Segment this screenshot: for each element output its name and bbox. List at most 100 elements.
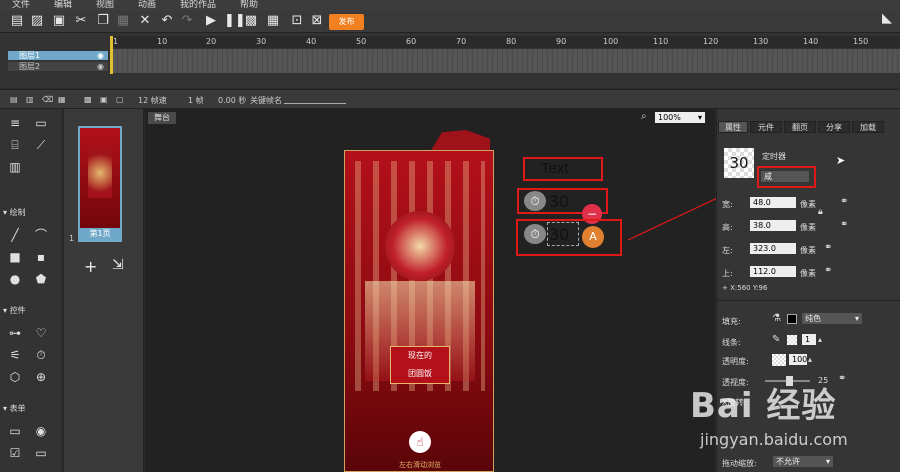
rect-tool-icon[interactable]: ■ — [8, 251, 22, 263]
chevron-down-icon: ▾ — [697, 113, 702, 122]
barcode-tool-icon[interactable]: ▥ — [8, 161, 22, 173]
text-tool-icon[interactable]: ≡ — [8, 117, 22, 129]
section-forms[interactable]: ▾ 表单 — [3, 403, 26, 414]
radio-form-icon[interactable]: ◉ — [34, 425, 48, 437]
insert-frame-icon[interactable]: ▩ — [84, 95, 92, 104]
link-icon[interactable]: ⚭ — [840, 219, 848, 230]
line-tool-icon[interactable]: ╱ — [8, 229, 22, 241]
like-control-icon[interactable]: ♡ — [34, 327, 48, 339]
name-input[interactable]: 咸 — [761, 171, 809, 182]
tab-properties[interactable]: 属性 — [718, 121, 748, 133]
select-form-icon[interactable]: ▭ — [34, 447, 48, 459]
opacity-stepper-icon[interactable]: ▴ — [808, 355, 812, 364]
link-icon[interactable]: ⚭ — [840, 196, 848, 207]
opacity-input[interactable]: 100 — [789, 354, 807, 365]
lock-ratio-icon[interactable]: 🔒︎ — [818, 207, 823, 217]
fill-color-swatch[interactable] — [787, 314, 797, 324]
circle-tool-icon[interactable]: ● — [8, 273, 22, 285]
globe-control-icon[interactable]: ⊕ — [34, 371, 48, 383]
menu-file[interactable]: 文件 — [12, 0, 30, 11]
rounded-rect-tool-icon[interactable]: ▪ — [34, 251, 48, 263]
layer-row-2[interactable]: 图层2 ◉ — [8, 62, 108, 71]
stroke-width-input[interactable]: 1 — [802, 334, 816, 345]
section-controls[interactable]: ▾ 控件 — [3, 305, 26, 316]
insert-keyframe-icon[interactable]: ▣ — [100, 95, 108, 104]
curve-tool-icon[interactable]: ⌒ — [34, 229, 48, 241]
menu-help[interactable]: 帮助 — [240, 0, 258, 11]
coords-display: + X:560 Y:96 — [722, 284, 768, 292]
width-input[interactable]: 48.0 — [750, 197, 796, 208]
undo-icon[interactable]: ↶ — [160, 14, 174, 28]
chart-tool-icon[interactable]: ⟋ — [34, 139, 48, 151]
link-icon[interactable]: ⚭ — [824, 265, 832, 276]
pause-icon[interactable]: ❚❚ — [224, 14, 246, 28]
cube-control-icon[interactable]: ⬡ — [8, 371, 22, 383]
collapse-icon[interactable]: ◣ — [880, 12, 894, 26]
page-thumbnail[interactable]: 第1页 — [78, 126, 122, 242]
stroke-stepper-icon[interactable]: ▴ — [818, 335, 822, 344]
zoom-select[interactable]: 100% ▾ — [655, 112, 705, 123]
timer-control-icon[interactable]: ⏱ — [34, 349, 48, 361]
tab-components[interactable]: 元件 — [750, 121, 782, 133]
checkbox-form-icon[interactable]: ☑ — [8, 447, 22, 459]
frame-grid[interactable] — [113, 49, 900, 73]
qrcode-icon[interactable]: ▦ — [266, 14, 280, 28]
polygon-tool-icon[interactable]: ⬟ — [34, 273, 48, 285]
copy-icon[interactable]: ❐ — [96, 14, 110, 28]
add-folder-icon[interactable]: ▥ — [26, 95, 34, 104]
stage-tab[interactable]: 舞台 — [148, 112, 176, 124]
zoom-search-icon[interactable]: ⌕ — [641, 111, 647, 122]
board-tool-icon[interactable]: ▭ — [34, 117, 48, 129]
paint-bucket-icon[interactable]: ⚗ — [772, 313, 781, 324]
phone-canvas[interactable]: 现在的 团圆饭 ☝ 左右滑动浏览 — [344, 150, 494, 472]
top-input[interactable]: 112.0 — [750, 266, 796, 277]
clear-frame-icon[interactable]: ▢ — [116, 95, 124, 104]
tab-loading[interactable]: 加载 — [852, 121, 884, 133]
preview-icon[interactable]: ▩ — [244, 14, 258, 28]
new-file-icon[interactable]: ▤ — [10, 14, 24, 28]
cut-icon[interactable]: ✂ — [74, 14, 88, 28]
tab-share[interactable]: 分享 — [818, 121, 850, 133]
left-input[interactable]: 323.0 — [750, 243, 796, 254]
save-icon[interactable]: ▣ — [52, 14, 66, 28]
stroke-color-swatch[interactable] — [787, 335, 797, 345]
export-icon[interactable]: ⊡ — [290, 14, 304, 28]
paste-icon[interactable]: ▦ — [116, 14, 130, 28]
slider-control-icon[interactable]: ⚟ — [8, 349, 22, 361]
delete-icon[interactable]: ✕ — [138, 14, 152, 28]
layer-row-1[interactable]: 图层1 ◉ — [8, 51, 108, 60]
ruler-tick: 90 — [556, 37, 567, 46]
swipe-hand-icon[interactable]: ☝ — [409, 431, 431, 453]
link-icon[interactable]: ⚭ — [824, 242, 832, 253]
keyframe-name-input[interactable] — [284, 103, 346, 104]
code-tool-icon[interactable]: ⌸ — [8, 139, 22, 151]
input-form-icon[interactable]: ▭ — [8, 425, 22, 437]
height-input[interactable]: 38.0 — [750, 220, 796, 231]
fill-type-select[interactable]: 纯色 ▾ — [802, 313, 862, 324]
layer-options-icon[interactable]: ▦ — [58, 95, 66, 104]
delete-layer-icon[interactable]: ⌫ — [42, 95, 53, 104]
text-widget[interactable]: Text — [541, 160, 569, 177]
timer-value-1[interactable]: 30 — [549, 192, 569, 211]
toolbar: ▤ ▨ ▣ ✂ ❐ ▦ ✕ ↶ ↷ ▶ ❚❚ ▩ ▦ ⊡ ⊠ 发布 ◣ — [0, 11, 900, 33]
menu-my-works[interactable]: 我的作品 — [180, 0, 216, 11]
eye-icon[interactable]: ◉ — [97, 62, 104, 71]
menu-view[interactable]: 视图 — [96, 0, 114, 11]
section-draw[interactable]: ▾ 绘制 — [3, 207, 26, 218]
pen-icon[interactable]: ✎ — [772, 334, 780, 345]
import-page-icon[interactable]: ⇲ — [112, 257, 124, 273]
add-layer-icon[interactable]: ▤ — [10, 95, 18, 104]
toggle-control-icon[interactable]: ⊶ — [8, 327, 22, 339]
play-icon[interactable]: ▶ — [204, 14, 218, 28]
timer-value-2[interactable]: 30 — [549, 225, 569, 244]
open-folder-icon[interactable]: ▨ — [30, 14, 44, 28]
eye-icon[interactable]: ◉ — [97, 51, 104, 60]
menu-edit[interactable]: 编辑 — [54, 0, 72, 11]
tab-paging[interactable]: 翻页 — [784, 121, 816, 133]
menu-animation[interactable]: 动画 — [138, 0, 156, 11]
redo-icon[interactable]: ↷ — [180, 14, 194, 28]
timeline-ruler[interactable]: 1 10 20 30 40 50 60 70 80 90 100 110 120… — [113, 36, 900, 48]
publish-button[interactable]: 发布 — [329, 14, 364, 30]
share-icon[interactable]: ⊠ — [310, 14, 324, 28]
add-page-icon[interactable]: + — [84, 257, 97, 276]
